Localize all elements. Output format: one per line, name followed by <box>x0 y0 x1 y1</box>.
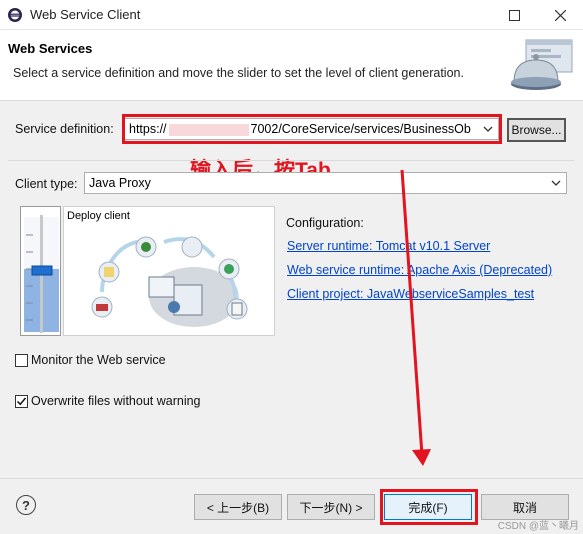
wizard-header: Web Services Select a service definition… <box>0 30 583 101</box>
overwrite-label: Overwrite files without warning <box>31 394 201 408</box>
browse-button[interactable]: Browse... <box>507 118 566 142</box>
redacted-host <box>168 123 249 136</box>
title-bar: Web Service Client <box>0 0 583 30</box>
service-bell-icon <box>511 39 573 90</box>
page-title: Web Services <box>8 41 93 56</box>
overwrite-checkbox[interactable] <box>15 395 28 408</box>
separator <box>8 160 574 161</box>
maximize-button[interactable] <box>491 0 537 30</box>
monitor-checkbox[interactable] <box>15 354 28 367</box>
server-runtime-link[interactable]: Server runtime: Tomcat v10.1 Server <box>287 239 490 253</box>
close-button[interactable] <box>537 0 583 30</box>
service-definition-combo[interactable]: https:// 7002/CoreService/services/Busine… <box>124 118 499 140</box>
client-type-value: Java Proxy <box>89 176 151 190</box>
monitor-label: Monitor the Web service <box>31 353 166 367</box>
maximize-icon <box>508 9 520 21</box>
service-url-suffix: 7002/CoreService/services/BusinessOb <box>250 122 471 136</box>
client-generation-diagram: Deploy client <box>63 206 275 336</box>
service-definition-label: Service definition: <box>15 122 114 136</box>
slider-track <box>24 215 59 333</box>
window-title: Web Service Client <box>30 7 141 22</box>
chevron-down-icon <box>551 180 561 186</box>
client-type-label: Client type: <box>15 177 78 191</box>
client-level-slider[interactable] <box>20 206 61 336</box>
back-button[interactable]: < 上一步(B) <box>194 494 282 520</box>
page-description: Select a service definition and move the… <box>13 66 464 80</box>
close-icon <box>554 9 566 21</box>
help-icon: ? <box>22 497 30 513</box>
checkmark-icon <box>16 397 27 406</box>
slider-thumb[interactable] <box>31 265 53 276</box>
watermark: CSDN @蓝丶曦月 <box>497 521 579 532</box>
finish-button[interactable]: 完成(F) <box>384 494 472 520</box>
eclipse-icon <box>8 8 22 22</box>
next-button[interactable]: 下一步(N) > <box>287 494 375 520</box>
service-url-prefix: https:// <box>129 122 167 136</box>
configuration-heading: Configuration: <box>286 216 364 230</box>
client-type-combo[interactable]: Java Proxy <box>84 172 567 194</box>
footer-separator <box>0 478 583 479</box>
web-service-runtime-link[interactable]: Web service runtime: Apache Axis (Deprec… <box>287 263 552 277</box>
chevron-down-icon <box>483 126 493 132</box>
client-project-link[interactable]: Client project: JavaWebserviceSamples_te… <box>287 287 534 301</box>
help-button[interactable]: ? <box>16 495 36 515</box>
generation-diagram-art <box>91 236 248 327</box>
